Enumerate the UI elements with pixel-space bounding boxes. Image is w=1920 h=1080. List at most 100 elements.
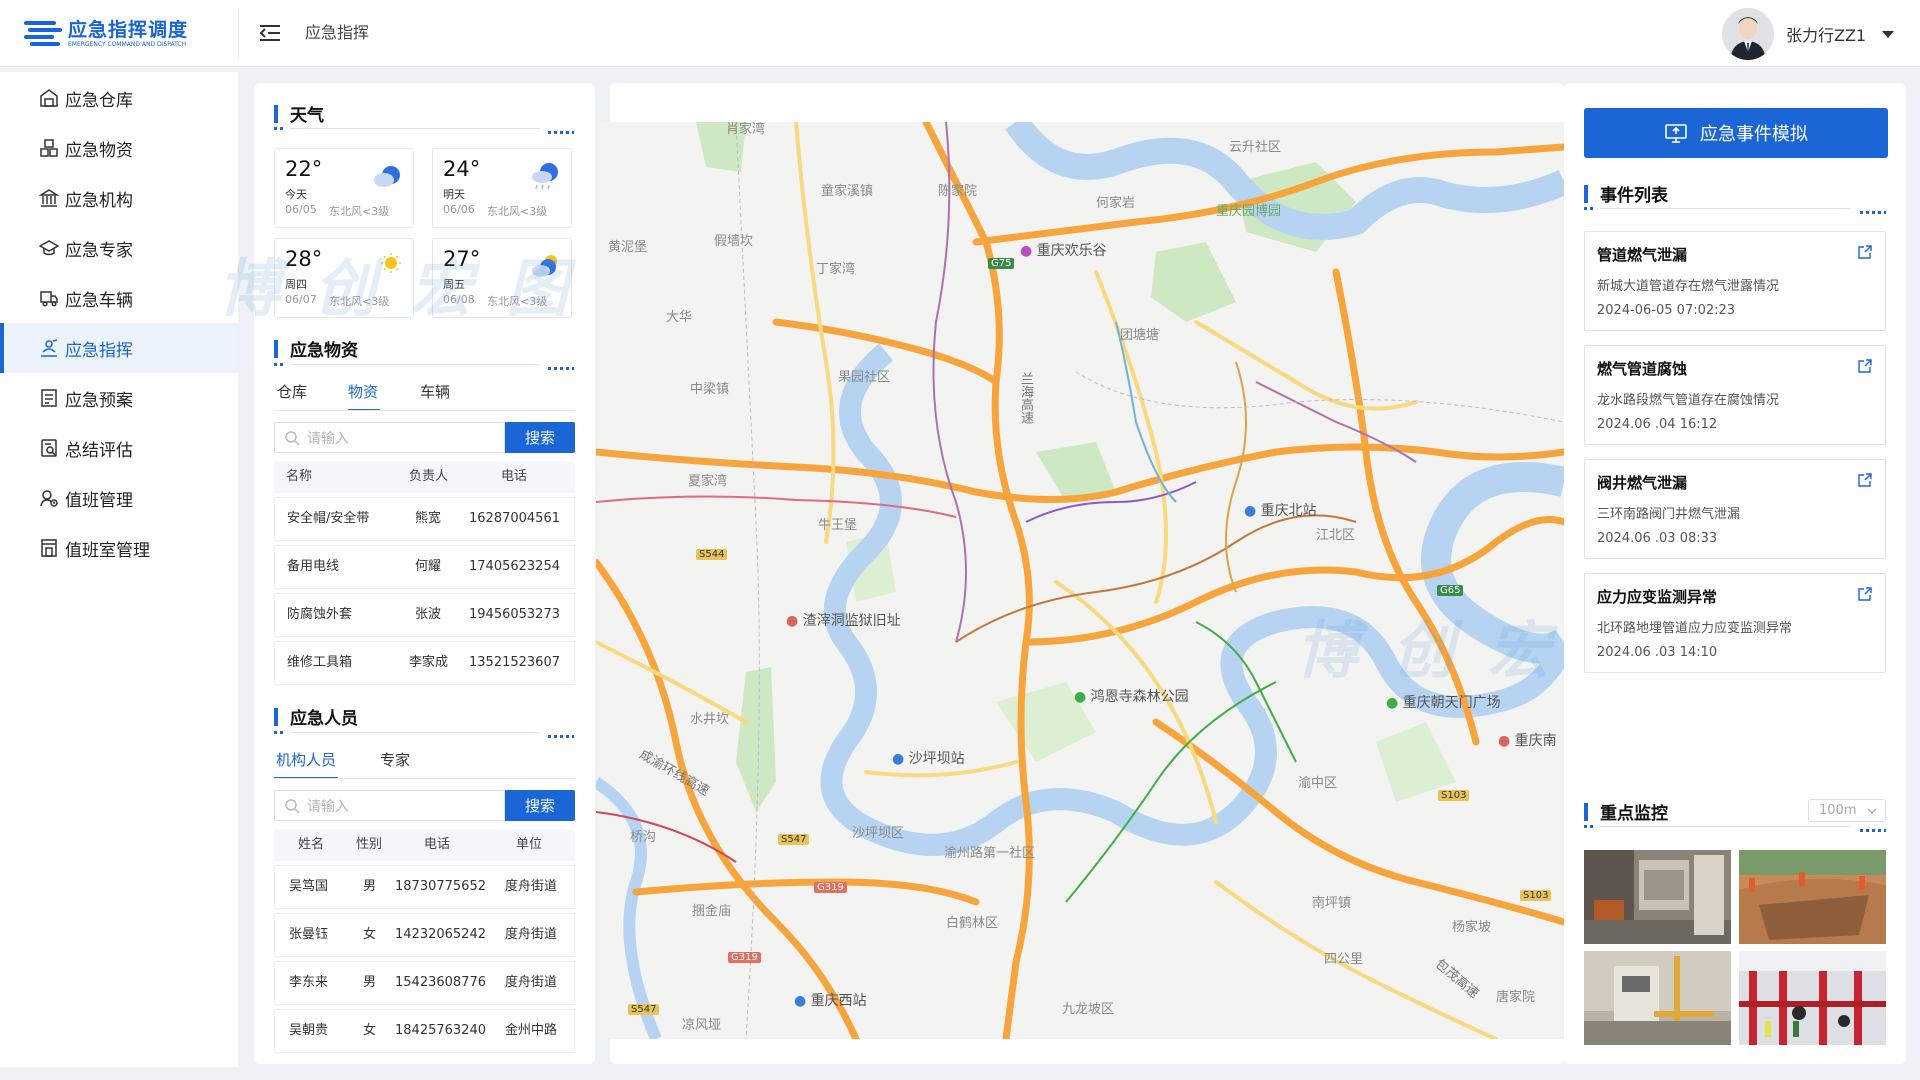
edit-icon[interactable] [1857,586,1873,602]
weather-card[interactable]: 22° 今天 06/05 东北风<3级 [274,148,414,228]
tab-supplies[interactable]: 物资 [348,381,378,402]
table-row[interactable]: 李东来 男 15423608776 度舟街道 [274,961,575,1005]
avatar[interactable] [1722,8,1774,60]
map-label: 捆金庙 [692,904,732,919]
table-row[interactable]: 张曼钰 女 14232065242 度舟街道 [274,913,575,957]
section-divider [290,364,540,365]
road-shield: S547 [628,1004,660,1015]
expert-icon [39,238,59,258]
excavation-site-image[interactable] [1739,850,1886,944]
sidebar-item-expert[interactable]: 应急专家 [0,223,238,273]
map-poi-north-station[interactable]: ● 重庆北站 [1244,500,1317,520]
map-label: 大华 [666,310,693,325]
range-select[interactable]: 100m [1808,799,1886,822]
table-row[interactable]: 安全帽/安全带 熊宽 16287004561 [274,497,575,541]
truck-icon [39,288,59,308]
cell-name: 吴笃国 [289,879,329,894]
section-dots [548,131,574,134]
supplies-search-input[interactable] [274,422,505,453]
event-card[interactable]: 燃气管道腐蚀 龙水路段燃气管道存在腐蚀情况 2024.06 .04 16:12 [1584,345,1886,445]
col-gender: 性别 [356,837,383,852]
menu-collapse-icon[interactable] [258,22,284,44]
sidebar-item-label: 应急仓库 [65,90,133,111]
event-card[interactable]: 应力应变监测异常 北环路地埋管道应力应变监测异常 2024.06 .03 14:… [1584,573,1886,673]
cell-name: 备用电线 [287,559,340,574]
cell-name: 李东来 [289,975,329,990]
event-title: 燃气管道腐蚀 [1597,360,1688,378]
col-name: 名称 [286,469,313,484]
sidebar-item-duty[interactable]: 值班管理 [0,473,238,523]
map-poi-zhazidong[interactable]: ● 渣滓洞监狱旧址 [786,610,901,630]
cell-unit: 金州中路 [505,1023,558,1038]
sidebar-item-supplies[interactable]: 应急物资 [0,123,238,173]
map-poi-chaotianmen[interactable]: ● 重庆朝天门广场 [1386,692,1501,712]
col-name: 姓名 [298,837,325,852]
event-time: 2024.06 .03 14:10 [1597,645,1718,660]
tab-experts[interactable]: 专家 [380,749,410,770]
gas-meter-image[interactable] [1584,951,1731,1045]
simulate-event-button[interactable]: 应急事件模拟 [1584,108,1888,158]
cell-phone: 13521523607 [469,655,560,670]
sidebar-item-command[interactable]: 应急指挥 [0,323,238,373]
weather-wind: 东北风<3级 [329,205,390,218]
map-poi-shapingba-station[interactable]: ● 沙坪坝站 [892,748,965,768]
map-label: 兰海高速 [1018,372,1033,424]
app-logo[interactable]: 应急指挥调度 EMERGENCY COMMAND AND DISPATCH [24,16,244,52]
edit-icon[interactable] [1857,358,1873,374]
user-menu[interactable]: 张力行ZZ1 [1722,8,1902,60]
events-title: 事件列表 [1584,181,1668,206]
map-poi-chongqing-south[interactable]: ● 重庆南 [1498,730,1557,750]
table-row[interactable]: 吴朝贵 女 18425763240 金州中路 [274,1009,575,1053]
table-row[interactable]: 备用电线 何耀 17405623254 [274,545,575,589]
boxes-icon [39,138,59,158]
caret-down-icon[interactable] [1882,30,1895,38]
table-row[interactable]: 防腐蚀外套 张波 19456053273 [274,593,575,637]
section-dots [274,363,284,366]
map-label: 童家溪镇 [821,184,874,199]
edit-icon[interactable] [1857,244,1873,260]
institution-icon [39,188,59,208]
weather-temp: 22° [285,157,323,181]
edit-icon[interactable] [1857,472,1873,488]
sidebar-item-warehouse[interactable]: 应急仓库 [0,73,238,123]
map-label: 果园社区 [838,370,891,385]
event-card[interactable]: 阀井燃气泄漏 三环南路阀门井燃气泄漏 2024.06 .03 08:33 [1584,459,1886,559]
personnel-search-field[interactable] [307,797,487,814]
map-poi-west-station[interactable]: ● 重庆西站 [794,990,867,1010]
map-label: 牛王堡 [818,518,858,533]
map-poi-hongensi-park[interactable]: ● 鸿恩寺森林公园 [1074,686,1189,706]
tab-vehicles[interactable]: 车辆 [420,381,450,402]
event-card[interactable]: 管道燃气泄漏 新城大道管道存在燃气泄露情况 2024-06-05 07:02:2… [1584,231,1886,331]
sidebar-item-plan[interactable]: 应急预案 [0,373,238,423]
pipe-station-image[interactable] [1739,951,1886,1045]
table-row[interactable]: 吴笃国 男 18730775652 度舟街道 [274,865,575,909]
event-desc: 北环路地埋管道应力应变监测异常 [1597,621,1793,636]
personnel-search-input[interactable] [274,790,505,821]
map-label: 南坪镇 [1312,896,1352,911]
sidebar-item-label: 应急专家 [65,240,133,261]
map-label: 九龙坡区 [1062,1002,1115,1017]
tab-divider [274,410,575,411]
cell-name: 防腐蚀外套 [287,607,353,622]
sidebar-item-evaluation[interactable]: 总结评估 [0,423,238,473]
city-map[interactable]: 肖家湾 童家溪镇 陈家院 何家岩 云升社区 假墙坎 黄泥堡 丁家湾 大华 团塘塘… [596,122,1564,1039]
event-desc: 龙水路段燃气管道存在腐蚀情况 [1597,393,1780,408]
tab-warehouse[interactable]: 仓库 [277,381,307,402]
table-row[interactable]: 维修工具箱 李家成 13521523607 [274,641,575,685]
supplies-search-field[interactable] [307,429,487,446]
event-time: 2024-06-05 07:02:23 [1597,303,1736,318]
monitor-room-image[interactable] [1584,850,1731,944]
section-divider [290,128,540,129]
sidebar-item-vehicles[interactable]: 应急车辆 [0,273,238,323]
tab-institution-staff[interactable]: 机构人员 [276,749,336,770]
map-poi-happy-valley[interactable]: ● 重庆欢乐谷 [1020,240,1107,260]
section-divider [1600,208,1850,209]
personnel-search-button[interactable]: 搜索 [505,790,575,821]
weather-card[interactable]: 24° 明天 06/06 东北风<3级 [432,148,572,228]
sidebar-item-duty-room[interactable]: 值班室管理 [0,523,238,573]
road-shield: G65 [1437,585,1464,596]
app-title: 应急指挥调度 [68,19,189,41]
event-desc: 三环南路阀门井燃气泄漏 [1597,507,1741,522]
supplies-search-button[interactable]: 搜索 [505,422,575,453]
sidebar-item-institution[interactable]: 应急机构 [0,173,238,223]
